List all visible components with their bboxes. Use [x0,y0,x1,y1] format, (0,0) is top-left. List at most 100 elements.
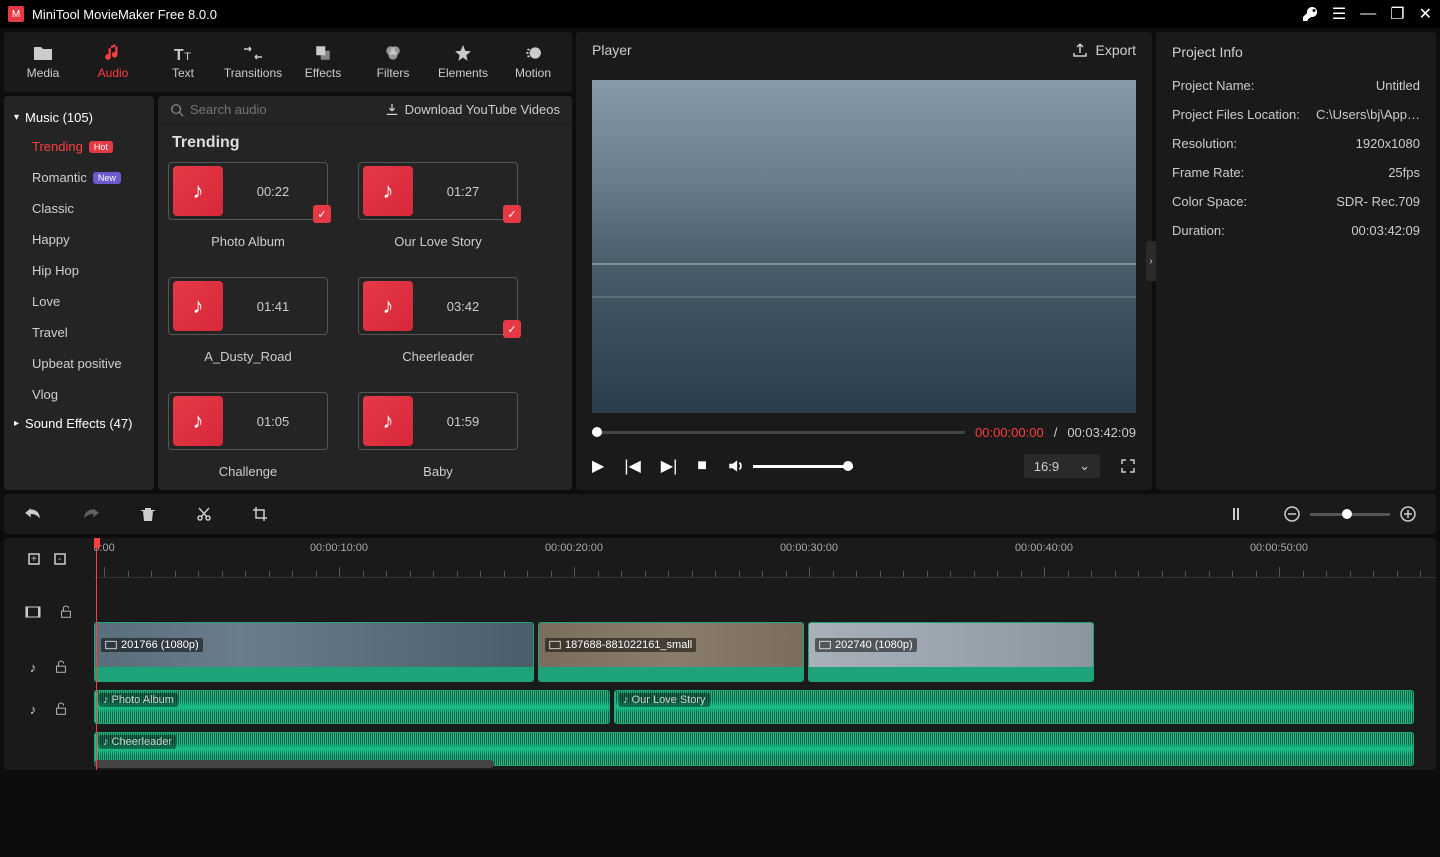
sidebar-item-hip-hop[interactable]: Hip Hop [4,255,154,286]
audio-card[interactable]: ♪03:42✓Cheerleader [358,277,518,364]
seek-bar[interactable] [592,431,965,434]
video-preview[interactable] [592,80,1136,413]
audio-card[interactable]: ♪01:59Baby [358,392,518,479]
tab-text[interactable]: TTText [148,40,218,84]
tab-effects[interactable]: Effects [288,40,358,84]
maximize-icon[interactable]: ❐ [1390,4,1404,24]
seek-handle[interactable] [592,427,602,437]
audio-duration: 01:27 [413,184,513,199]
export-button[interactable]: Export [1072,42,1136,58]
video-clip[interactable]: 202740 (1080p) [808,622,1094,682]
zoom-slider[interactable] [1310,513,1390,516]
minimize-icon[interactable]: — [1360,5,1376,23]
music-note-icon: ♪ [173,281,223,331]
download-youtube-label: Download YouTube Videos [405,102,560,117]
group-music[interactable]: ▾ Music (105) [4,104,154,131]
timeline-tracks[interactable]: 0:0000:00:10:0000:00:20:0000:00:30:0000:… [94,538,1436,770]
tab-label: Text [172,66,194,80]
lock-icon[interactable] [59,605,73,619]
audio-card-thumb[interactable]: ♪03:42✓ [358,277,518,335]
audio-card-thumb[interactable]: ♪01:27✓ [358,162,518,220]
search-box[interactable] [170,102,385,117]
audio-card[interactable]: ♪00:22✓Photo Album [168,162,328,249]
play-button[interactable]: ▶ [592,456,604,476]
audio-card[interactable]: ♪01:27✓Our Love Story [358,162,518,249]
audio-card-thumb[interactable]: ♪01:41 [168,277,328,335]
audio-track-1[interactable]: ♪ Photo Album♪ Our Love Story [94,686,1436,728]
category-sidebar: ▾ Music (105) TrendingHotRomanticNewClas… [4,96,154,490]
volume-handle[interactable] [843,461,853,471]
audio-clip[interactable]: ♪ Our Love Story [614,690,1414,724]
sidebar-item-romantic[interactable]: RomanticNew [4,162,154,193]
video-track-icon[interactable] [25,604,41,620]
audio-card-thumb[interactable]: ♪01:59 [358,392,518,450]
tab-transitions[interactable]: Transitions [218,40,288,84]
audio-track-2-head: ♪ [4,688,94,730]
tab-audio[interactable]: Audio [78,40,148,84]
audio-card[interactable]: ♪01:05Challenge [168,392,328,479]
sidebar-item-upbeat-positive[interactable]: Upbeat positive [4,348,154,379]
add-track-button[interactable]: + [28,550,44,566]
delete-button[interactable] [140,506,156,522]
playhead[interactable] [96,538,97,770]
tab-media[interactable]: Media [8,40,78,84]
zoom-out-button[interactable] [1284,506,1300,522]
tab-filters[interactable]: Filters [358,40,428,84]
timeline-scrollbar[interactable] [94,760,494,768]
ruler-label: 00:00:50:00 [1250,542,1308,554]
sidebar-item-vlog[interactable]: Vlog [4,379,154,410]
folder-icon [33,44,53,62]
next-frame-button[interactable]: ▶| [661,456,677,476]
download-youtube-link[interactable]: Download YouTube Videos [385,102,560,117]
fullscreen-button[interactable] [1120,458,1136,474]
music-note-icon[interactable]: ♪ [30,702,37,717]
clip-label: ♪ Cheerleader [99,735,176,749]
video-clip[interactable]: 187688-881022161_small [538,622,804,682]
collapse-info-button[interactable]: › [1146,241,1156,281]
undo-button[interactable] [24,505,42,523]
audio-card-thumb[interactable]: ♪01:05 [168,392,328,450]
lock-icon[interactable] [54,660,68,674]
lock-icon[interactable] [54,702,68,716]
video-clip[interactable]: 201766 (1080p) [94,622,534,682]
zoom-handle[interactable] [1342,509,1352,519]
info-row: Project Name:Untitled [1172,78,1420,93]
timeline-ruler[interactable]: 0:0000:00:10:0000:00:20:0000:00:30:0000:… [94,538,1436,578]
tab-label: Filters [377,66,410,80]
timeline-track-heads: + - ♪ ♪ [4,538,94,770]
sidebar-item-travel[interactable]: Travel [4,317,154,348]
crop-button[interactable] [252,506,268,522]
time-separator: / [1054,425,1058,440]
tab-elements[interactable]: Elements [428,40,498,84]
redo-button[interactable] [82,505,100,523]
info-row: Resolution:1920x1080 [1172,136,1420,151]
license-key-icon[interactable] [1302,6,1318,22]
volume-slider[interactable] [753,465,853,468]
sidebar-item-classic[interactable]: Classic [4,193,154,224]
menu-icon[interactable]: ☰ [1332,4,1346,24]
prev-frame-button[interactable]: |◀ [624,456,640,476]
info-label: Project Name: [1172,78,1376,93]
close-icon[interactable]: ✕ [1419,4,1432,24]
cut-button[interactable] [196,506,212,522]
check-icon: ✓ [503,320,521,338]
search-input[interactable] [190,102,340,117]
sidebar-item-love[interactable]: Love [4,286,154,317]
stop-button[interactable]: ■ [697,457,707,475]
music-note-icon[interactable]: ♪ [30,660,37,675]
audio-card-thumb[interactable]: ♪00:22✓ [168,162,328,220]
remove-track-button[interactable]: - [54,550,70,566]
zoom-in-button[interactable] [1400,506,1416,522]
sidebar-item-trending[interactable]: TrendingHot [4,131,154,162]
tab-motion[interactable]: Motion [498,40,568,84]
sidebar-item-label: Romantic [32,170,87,185]
video-track[interactable]: 201766 (1080p)187688-881022161_small2027… [94,618,1436,686]
sidebar-item-happy[interactable]: Happy [4,224,154,255]
aspect-ratio-select[interactable]: 16:9 ⌄ [1024,454,1100,478]
group-sfx[interactable]: ▸ Sound Effects (47) [4,410,154,437]
info-label: Resolution: [1172,136,1356,151]
volume-icon[interactable] [727,457,745,475]
snap-button[interactable] [1228,506,1244,522]
audio-card[interactable]: ♪01:41A_Dusty_Road [168,277,328,364]
audio-clip[interactable]: ♪ Photo Album [94,690,610,724]
